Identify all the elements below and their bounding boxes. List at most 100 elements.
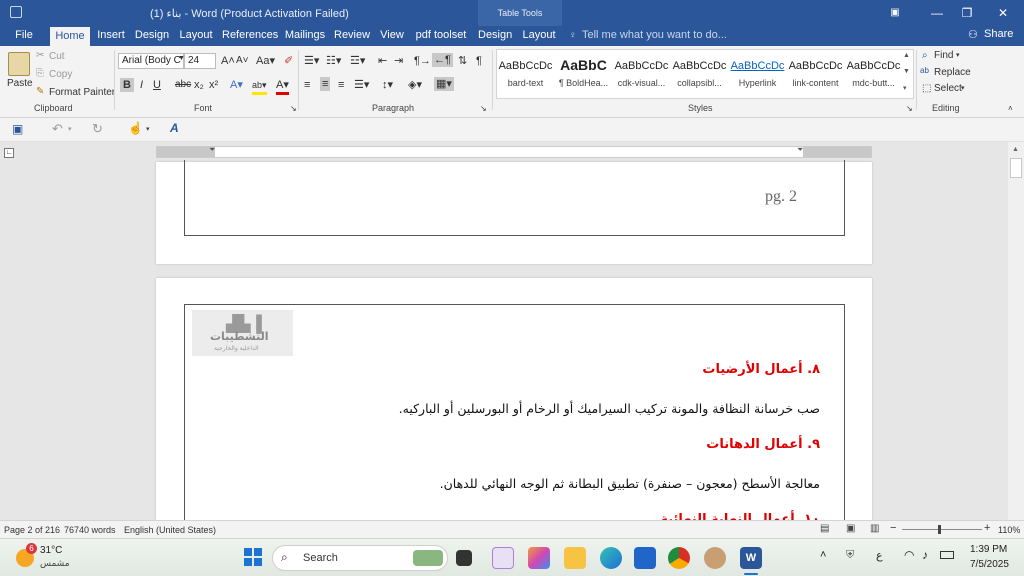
hidden-icons-chevron-icon[interactable]: ˄ (820, 549, 826, 561)
zoom-in-icon[interactable]: + (984, 522, 990, 534)
format-style-icon[interactable]: A (170, 121, 179, 135)
undo-icon[interactable]: ↶ (52, 121, 63, 137)
select-chevron-icon[interactable]: ▾ (961, 84, 965, 92)
select-icon[interactable]: ⬚ (922, 83, 931, 94)
minimize-button[interactable]: — (922, 4, 952, 22)
profile-app-icon[interactable] (704, 547, 726, 569)
copilot-icon[interactable] (528, 547, 550, 569)
restore-button[interactable]: ❐ (952, 4, 982, 22)
style-boldhea[interactable]: AaBbC ¶ BoldHea... (555, 50, 612, 98)
tab-view[interactable]: View (378, 26, 406, 46)
tab-review[interactable]: Review (334, 26, 370, 46)
zoom-slider[interactable] (902, 525, 982, 534)
select-button[interactable]: Select (934, 83, 962, 94)
page-count[interactable]: Page 2 of 216 (4, 525, 60, 535)
paste-icon[interactable] (8, 52, 30, 76)
font-color-icon[interactable]: A▾ (276, 78, 289, 95)
find-icon[interactable]: ⌕ (922, 50, 928, 61)
tab-table-layout[interactable]: Layout (522, 26, 556, 46)
clear-formatting-icon[interactable]: ✐ (284, 54, 293, 68)
task-view-icon[interactable] (456, 550, 472, 566)
styles-scroll-up-icon[interactable]: ▲ (903, 52, 910, 59)
taskbar-search-box[interactable]: ⌕ Search (272, 545, 448, 571)
font-dialog-launcher-icon[interactable]: ↘ (290, 104, 297, 113)
collapse-ribbon-icon[interactable]: ˄ (1008, 104, 1013, 113)
font-name-combo[interactable]: Arial (Body C (118, 53, 184, 69)
replace-icon[interactable]: ab (920, 66, 929, 75)
text-effects-icon[interactable]: A▾ (230, 78, 243, 92)
styles-scroll-down-icon[interactable]: ▼ (903, 68, 910, 75)
format-painter-button[interactable]: Format Painter (49, 87, 115, 98)
underline-button[interactable]: U (153, 78, 161, 92)
word-app-icon[interactable]: W (740, 547, 762, 569)
bullets-icon[interactable]: ☰▾ (304, 54, 319, 68)
styles-dialog-launcher-icon[interactable]: ↘ (906, 104, 913, 113)
section-body[interactable]: صب خرسانة النظافة والمونة تركيب السيرامي… (399, 401, 820, 416)
tab-pdf-toolset[interactable]: pdf toolset (414, 26, 468, 46)
paragraph-dialog-launcher-icon[interactable]: ↘ (480, 104, 487, 113)
style-hyperlink[interactable]: AaBbCcDc Hyperlink (729, 50, 786, 98)
ltr-direction-icon[interactable]: ¶→ (414, 54, 431, 68)
find-button[interactable]: Find (934, 50, 953, 61)
cut-icon[interactable]: ✂ (36, 50, 44, 61)
copy-icon[interactable]: ⎘ (36, 68, 44, 79)
scroll-up-icon[interactable]: ▲ (1012, 146, 1019, 153)
edge-icon[interactable] (600, 547, 622, 569)
tab-insert[interactable]: Insert (94, 26, 128, 46)
tab-design[interactable]: Design (134, 26, 170, 46)
styles-more-icon[interactable]: ▾ (903, 84, 907, 92)
weather-desc[interactable]: مشمس (40, 559, 70, 569)
change-case-icon[interactable]: Aa▾ (256, 54, 275, 68)
zoom-level[interactable]: 110% (998, 525, 1020, 535)
store-icon[interactable] (634, 547, 656, 569)
undo-chevron-icon[interactable]: ▾ (68, 125, 72, 133)
weather-temp[interactable]: 31°C (40, 545, 62, 556)
read-mode-icon[interactable]: ▤ (820, 523, 829, 534)
tab-mailings[interactable]: Mailings (284, 26, 326, 46)
chrome-icon[interactable] (668, 547, 690, 569)
tell-me-search[interactable]: Tell me what you want to do... (582, 29, 727, 41)
italic-button[interactable]: I (140, 78, 143, 92)
share-button[interactable]: Share (984, 28, 1013, 40)
zoom-out-icon[interactable]: − (890, 522, 896, 534)
close-button[interactable]: ✕ (988, 4, 1018, 22)
vertical-scrollbar[interactable]: ▲ (1008, 142, 1024, 520)
borders-icon[interactable]: ▦▾ (434, 77, 454, 91)
align-left-icon[interactable]: ≡ (304, 78, 310, 92)
horizontal-ruler[interactable]: ⏷ ⏷ (156, 145, 872, 158)
print-layout-icon[interactable]: ▣ (846, 523, 855, 534)
zoom-slider-thumb[interactable] (938, 525, 941, 534)
numbering-icon[interactable]: ☷▾ (326, 54, 341, 68)
format-painter-icon[interactable]: ✎ (36, 86, 44, 97)
rtl-direction-icon[interactable]: ←¶ (432, 53, 453, 67)
align-center-icon[interactable]: ≡ (320, 77, 331, 91)
document-area[interactable]: ∟ ⏷ ⏷ pg. 2 ▟▙▐ التشطيبات الداخلية والخا… (0, 142, 1024, 520)
section-heading[interactable]: ٩. أعمال الدهانات (706, 437, 820, 452)
style-cdk-visual[interactable]: AaBbCcDc cdk-visual... (613, 50, 670, 98)
line-spacing-icon[interactable]: ↕▾ (382, 78, 393, 92)
tab-file[interactable]: File (10, 26, 38, 46)
page-previous[interactable] (156, 160, 872, 264)
section-heading-partial[interactable]: ١٠. أعمال النهاية النهائية (660, 512, 820, 520)
scroll-thumb[interactable] (1010, 158, 1022, 178)
ruler-indent-marker-icon[interactable]: ⏷ (209, 145, 215, 155)
font-size-combo[interactable]: 24 (184, 53, 216, 69)
proofing-language[interactable]: English (United States) (124, 525, 216, 535)
subscript-button[interactable]: x₂ (194, 78, 204, 92)
ruler-right-indent-marker-icon[interactable]: ⏷ (797, 145, 803, 155)
strikethrough-button[interactable]: abc (175, 78, 191, 92)
wifi-icon[interactable]: ◠ (904, 548, 914, 562)
align-right-icon[interactable]: ≡ (338, 78, 344, 92)
volume-icon[interactable]: ♪ (922, 548, 928, 562)
style-mdc-butt[interactable]: AaBbCcDc mdc-butt... (845, 50, 902, 98)
save-icon[interactable]: ▣ (12, 122, 23, 136)
clock-time[interactable]: 1:39 PM (970, 544, 1007, 555)
multilevel-list-icon[interactable]: ☲▾ (350, 54, 365, 68)
input-language[interactable]: ع (876, 549, 883, 562)
tab-references[interactable]: References (222, 26, 278, 46)
web-layout-icon[interactable]: ▥ (870, 523, 879, 534)
highlight-icon[interactable]: ab▾ (252, 78, 267, 95)
find-chevron-icon[interactable]: ▾ (956, 51, 960, 59)
justify-icon[interactable]: ☰▾ (354, 78, 369, 92)
tab-layout[interactable]: Layout (178, 26, 214, 46)
